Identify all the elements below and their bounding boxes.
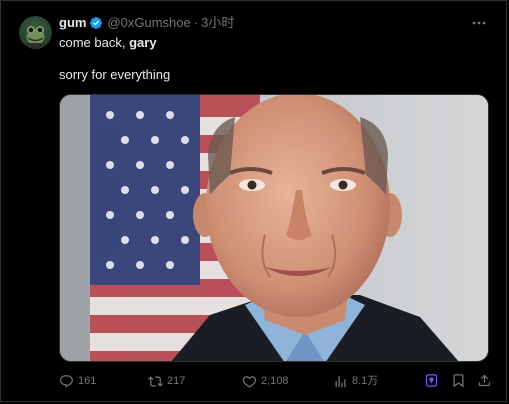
tweet-text-bold: gary (129, 35, 157, 50)
like-count: 2,108 (261, 375, 289, 387)
grok-icon (425, 374, 438, 387)
bookmark-button[interactable] (451, 373, 466, 388)
grok-button[interactable] (424, 373, 439, 388)
tweet-media-photo[interactable] (59, 94, 489, 362)
tweet-actions: 161 217 2,108 8.1万 (59, 373, 493, 391)
verified-badge-icon (89, 16, 103, 30)
author-name[interactable]: gum (59, 15, 86, 31)
separator-dot: · (193, 15, 199, 30)
views-button[interactable]: 8.1万 (333, 373, 378, 389)
tweet-header: gum @0xGumshoe · 3小时 (59, 15, 234, 31)
portrait-photo (60, 95, 488, 361)
bookmark-icon (453, 374, 464, 388)
reply-count: 161 (78, 375, 97, 387)
tweet-text-line-1: come back, gary (59, 35, 157, 51)
views-count: 8.1万 (352, 375, 379, 387)
reply-icon (60, 374, 73, 388)
timestamp[interactable]: 3小时 (201, 15, 234, 31)
more-options-icon[interactable] (470, 15, 488, 31)
frog-avatar-icon (26, 26, 45, 49)
share-button[interactable] (477, 373, 492, 388)
share-icon (478, 374, 491, 387)
tweet-text-line-2: sorry for everything (59, 67, 171, 82)
avatar[interactable] (19, 16, 52, 49)
reply-button[interactable]: 161 (59, 373, 96, 389)
retweet-button[interactable]: 217 (148, 373, 185, 389)
like-button[interactable]: 2,108 (242, 373, 289, 389)
tweet-text-prefix: come back, (59, 35, 130, 50)
tweet-card[interactable]: gum @0xGumshoe · 3小时 come back, gary sor… (0, 0, 507, 402)
retweet-count: 217 (167, 375, 186, 387)
heart-icon (242, 375, 257, 388)
retweet-icon (148, 375, 163, 387)
author-handle[interactable]: @0xGumshoe (107, 15, 190, 31)
views-chart-icon (335, 375, 346, 387)
